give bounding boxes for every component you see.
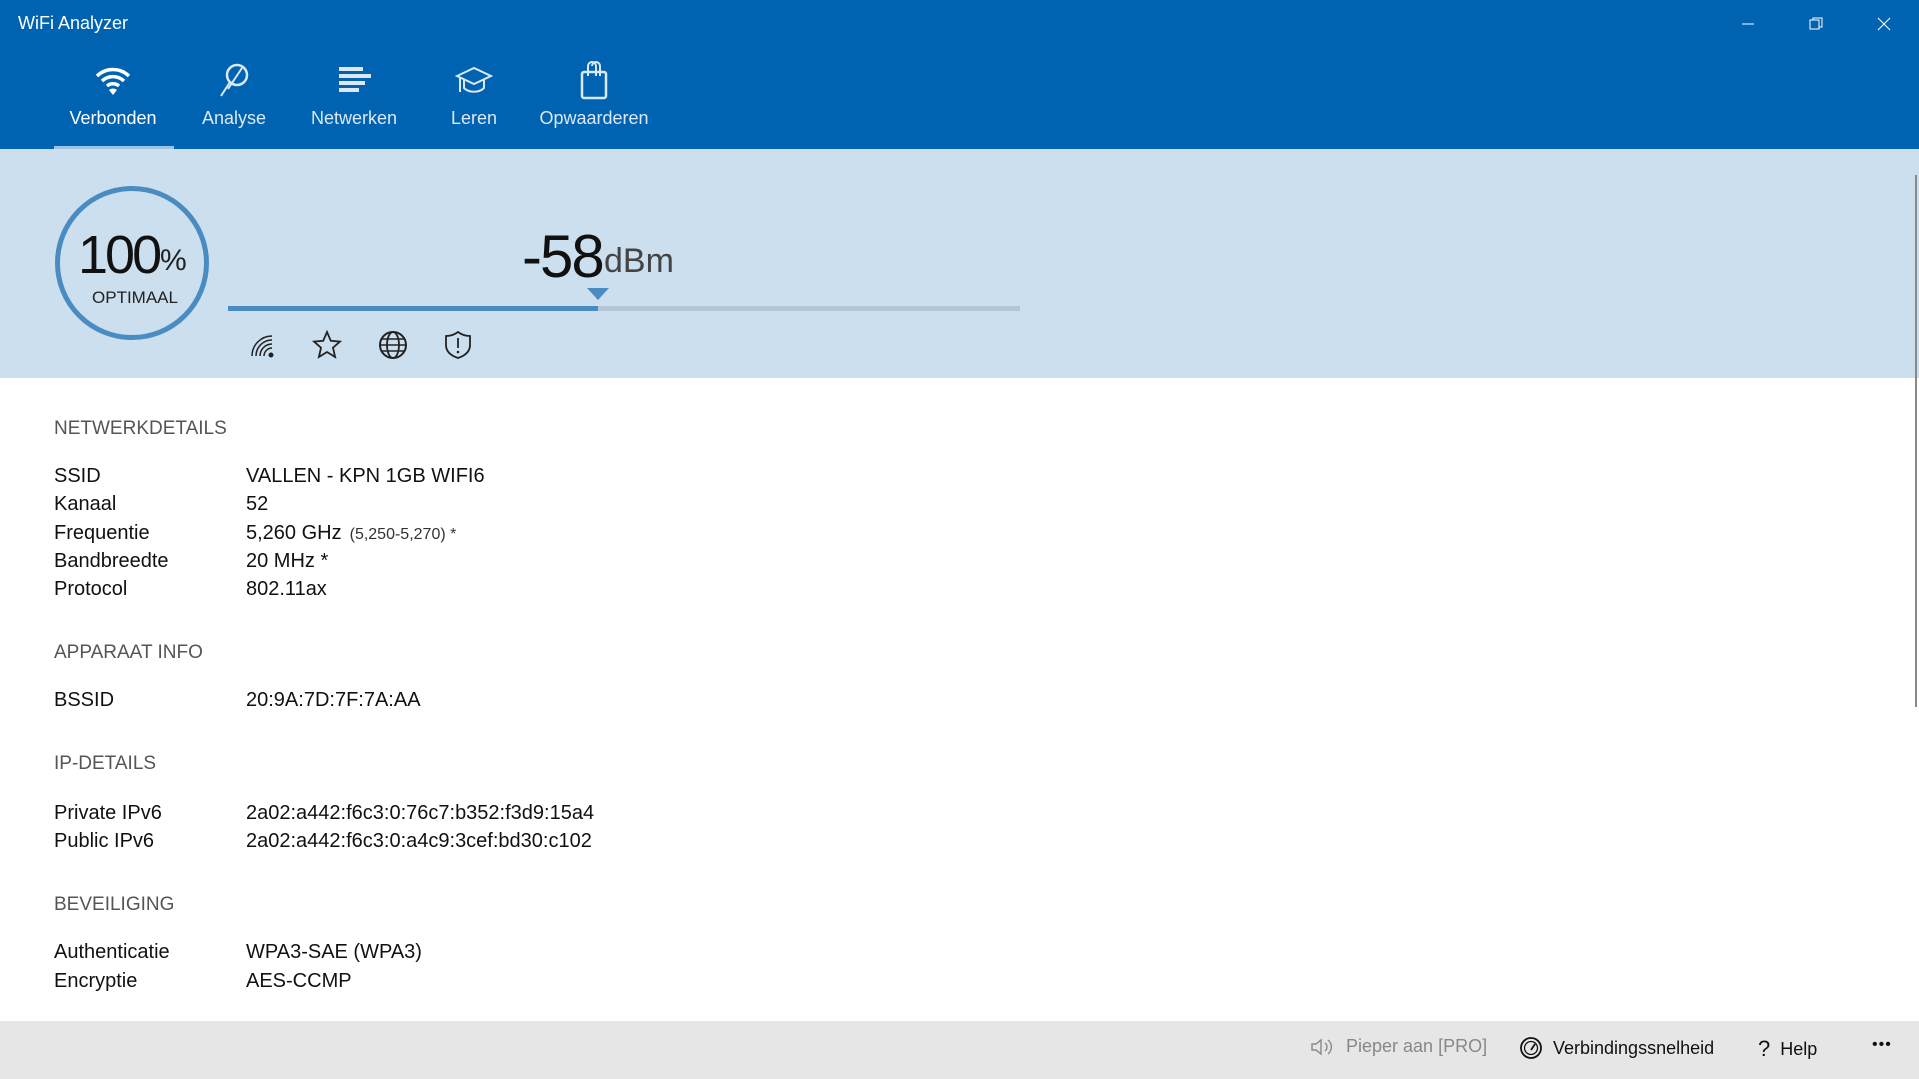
percent-sign: % [160,244,187,277]
signal-bar-fill [228,306,598,311]
detail-label: Public IPv6 [54,830,155,852]
tab-label: Analyse [201,108,267,128]
detail-value: 802.11ax [246,578,327,601]
tab-analyse[interactable]: Analyse [169,60,299,149]
detail-value-text: 5,260 GHz [246,522,342,544]
signal-dbm-value: -58 [522,223,605,290]
more-button[interactable]: ••• [1872,1036,1892,1054]
detail-label: SSID [54,465,101,487]
tab-label: Leren [450,108,498,128]
detail-label: Frequentie [54,522,150,544]
detail-value-text: 2a02:a442:f6c3:0:a4c9:3cef:bd30:c102 [246,830,592,852]
signal-panel [0,149,1919,378]
wifi-icon [95,67,131,95]
tab-leren[interactable]: Leren [409,60,539,149]
tab-label: Opwaarderen [539,108,649,128]
section-heading-ip: IP-DETAILS [54,753,157,774]
minimize-button[interactable] [1728,8,1768,40]
detail-value: VALLEN - KPN 1GB WIFI6 [246,465,485,488]
detail-value: 2a02:a442:f6c3:0:a4c9:3cef:bd30:c102 [246,830,592,853]
detail-label: Kanaal [54,493,117,515]
graduation-cap-icon [454,66,494,93]
signal-dbm-unit: dBm [604,242,674,280]
signal-percent: 100 [78,225,162,285]
close-button[interactable] [1864,8,1904,40]
signal-strength-icon[interactable] [248,330,278,360]
shield-warning-icon[interactable] [443,330,473,360]
detail-value-text: 802.11ax [246,578,327,600]
detail-value: 5,260 GHz (5,250-5,270) * [246,522,456,545]
tab-label: Verbonden [69,108,157,128]
detail-label: Bandbreedte [54,550,169,572]
restore-button[interactable] [1796,8,1836,40]
tab-netwerken[interactable]: Netwerken [289,60,419,149]
tab-verbonden[interactable]: Verbonden [48,60,178,149]
detail-value: 2a02:a442:f6c3:0:76c7:b352:f3d9:15a4 [246,802,594,825]
window-title: WiFi Analyzer [18,13,129,33]
detail-value-text: AES-CCMP [246,970,352,992]
detail-label: Encryptie [54,970,138,992]
signal-quality-label: OPTIMAAL [92,288,178,307]
globe-icon[interactable] [378,330,408,360]
beeper-label: Pieper aan [PRO] [1346,1036,1488,1056]
detail-value: 20:9A:7D:7F:7A:AA [246,689,421,712]
detail-label: BSSID [54,689,115,711]
detail-value: WPA3-SAE (WPA3) [246,941,422,964]
tab-opwaarderen[interactable]: Opwaarderen [529,60,659,149]
speedometer-icon [1520,1037,1542,1059]
scrollbar[interactable] [1915,175,1917,707]
detail-value: 20 MHz * [246,550,328,573]
section-heading-security: BEVEILIGING [54,894,175,915]
detail-value-text: 20:9A:7D:7F:7A:AA [246,689,421,711]
detail-value: 52 [246,493,268,516]
networks-list-icon [339,67,371,92]
favorite-star-icon[interactable] [311,329,343,360]
connection-speed-button[interactable]: Verbindingssnelheid [1519,1036,1714,1060]
help-icon: ? [1758,1036,1771,1061]
help-label: Help [1780,1038,1818,1059]
beeper-button[interactable]: Pieper aan [PRO] [1310,1036,1487,1057]
help-button[interactable]: ? Help [1758,1036,1817,1062]
speaker-icon [1311,1038,1332,1055]
detail-label: Authenticatie [54,941,170,963]
section-heading-network: NETWERKDETAILS [54,418,227,439]
detail-label: Private IPv6 [54,802,162,824]
magnifier-icon [220,63,249,97]
tab-label: Netwerken [310,108,398,128]
more-icon: ••• [1872,1036,1892,1053]
detail-value: AES-CCMP [246,970,352,993]
detail-label: Protocol [54,578,128,600]
detail-value-text: 2a02:a442:f6c3:0:76c7:b352:f3d9:15a4 [246,802,595,824]
detail-value-text: 20 MHz * [246,550,329,572]
detail-value-extra: (5,250-5,270) * [349,526,457,543]
connection-speed-label: Verbindingssnelheid [1553,1037,1715,1058]
detail-value-text: WPA3-SAE (WPA3) [246,941,422,963]
detail-value-text: VALLEN - KPN 1GB WIFI6 [246,465,485,487]
detail-value-text: 52 [246,493,269,515]
section-heading-device: APPARAAT INFO [54,642,203,663]
shopping-bag-icon [580,61,608,100]
signal-marker [586,288,609,300]
